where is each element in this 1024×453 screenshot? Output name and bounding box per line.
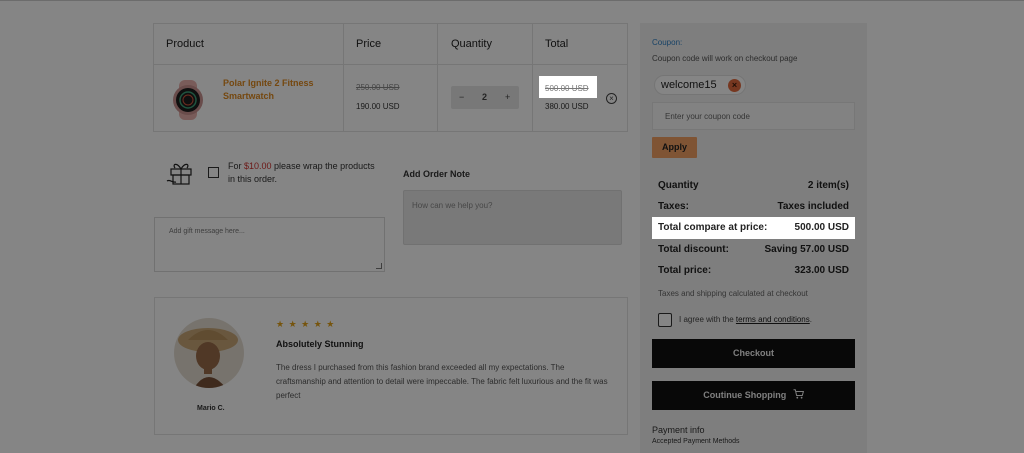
review-body: The dress I purchased from this fashion … [276,363,608,400]
terms-link[interactable]: terms and conditions [736,315,810,324]
terms-text: . [809,315,812,324]
price-original: 250.00 USD [356,83,400,92]
terms-label: I agree with the terms and conditions. [679,315,812,324]
order-note-textarea[interactable]: How can we help you? [403,190,622,245]
summary-value: Saving 57.00 USD [764,244,849,255]
summary-label: Taxes: [658,201,689,212]
cart-table: Product Price Quantity Total Polar Ignit… [153,23,628,132]
star-rating-icon: ★ ★ ★ ★ ★ [276,319,336,329]
coupon-input[interactable]: Enter your coupon code [652,102,855,130]
summary-row-taxes: Taxes: Taxes included [652,196,855,218]
summary-value: 500.00 USD [794,222,849,233]
product-thumbnail[interactable] [166,78,210,122]
applied-coupon-code: welcome15 [661,79,717,91]
summary-label: Total compare at price: [658,222,768,233]
column-divider [437,24,438,131]
summary-label: Total price: [658,265,712,276]
summary-value: Taxes included [777,201,849,212]
quantity-increase-button[interactable]: + [505,92,510,102]
gift-wrap-checkbox[interactable] [208,167,219,178]
gift-message-placeholder: Add gift message here... [169,228,245,235]
header-price: Price [356,38,382,50]
apply-coupon-button[interactable]: Apply [652,137,697,158]
summary-value: 2 item(s) [807,180,849,191]
summary-row-compare-price: Total compare at price: 500.00 USD [652,217,855,239]
quantity-stepper: − 2 + [451,86,519,109]
terms-checkbox[interactable] [658,313,672,327]
summary-row-quantity: Quantity 2 item(s) [652,175,855,197]
order-summary-sidebar: Coupon: Coupon code will work on checkou… [640,23,867,453]
terms-text: I agree with the [679,315,736,324]
testimonial-card: Mario C. ★ ★ ★ ★ ★ Absolutely Stunning T… [154,297,628,435]
coupon-hint: Coupon code will work on checkout page [652,54,798,63]
total-original: 500.00 USD [545,84,589,93]
remove-item-icon[interactable]: × [606,93,617,104]
payment-info-heading: Payment info [652,425,705,435]
gift-wrap-label: For $10.00 please wrap the products in t… [228,160,378,186]
review-title: Absolutely Stunning [276,339,364,349]
continue-shopping-button[interactable]: Coutinue Shopping [652,381,855,410]
coupon-label: Coupon: [652,38,683,47]
top-divider [0,0,1024,1]
remove-coupon-icon[interactable]: × [728,79,741,92]
summary-label: Total discount: [658,244,729,255]
summary-row-discount: Total discount: Saving 57.00 USD [652,239,855,261]
gift-message-textarea[interactable]: Add gift message here... [154,217,385,272]
quantity-decrease-button[interactable]: − [459,92,464,102]
column-divider [343,24,344,131]
continue-shopping-label: Coutinue Shopping [703,390,787,400]
price-sale: 190.00 USD [356,102,400,111]
reviewer-avatar [174,318,244,388]
payment-methods-label: Accepted Payment Methods [652,438,740,445]
total-sale: 380.00 USD [545,102,589,111]
reviewer-name: Mario C. [197,405,225,412]
gift-box-icon [166,163,192,185]
summary-value: 323.00 USD [794,265,849,276]
summary-label: Quantity [658,180,699,191]
column-divider [532,24,533,131]
product-name-link[interactable]: Polar Ignite 2 Fitness Smartwatch [223,77,333,103]
gift-wrap-price: $10.00 [244,161,272,171]
header-product: Product [166,38,204,50]
quantity-value[interactable]: 2 [482,92,487,102]
gift-wrap-text: For [228,161,245,171]
tax-shipping-note: Taxes and shipping calculated at checkou… [658,289,808,298]
applied-coupon-chip: welcome15 × [654,75,746,95]
header-total: Total [545,38,569,50]
header-quantity: Quantity [451,38,492,50]
summary-row-total-price: Total price: 323.00 USD [652,260,855,282]
coupon-input-placeholder: Enter your coupon code [665,112,750,121]
order-note-placeholder: How can we help you? [412,201,493,210]
resize-handle-icon[interactable] [376,263,382,269]
checkout-button[interactable]: Checkout [652,339,855,368]
cart-page: Product Price Quantity Total Polar Ignit… [0,0,1024,453]
total-original-highlight: 500.00 USD [540,77,598,99]
cart-icon [793,389,804,399]
order-note-title: Add Order Note [403,169,471,179]
